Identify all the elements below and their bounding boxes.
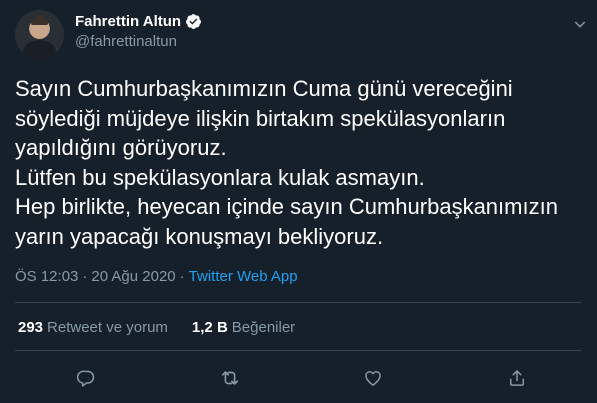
retweets-count: 293 xyxy=(18,319,44,336)
author-name-row: Fahrettin Altun xyxy=(75,13,202,30)
tweet-metadata: ÖS 12:03 · 20 Ağu 2020 · Twitter Web App xyxy=(15,268,298,285)
tweet-text: Sayın Cumhurbaşkanımızın Cuma günü verec… xyxy=(15,74,585,251)
likes-label: Beğeniler xyxy=(231,319,296,336)
tweet-text-line: Hep birlikte, heyecan içinde sayın Cumhu… xyxy=(15,194,558,219)
share-icon[interactable] xyxy=(505,366,529,390)
likes-stat[interactable]: 1,2 B Beğeniler xyxy=(192,319,295,336)
reply-icon[interactable] xyxy=(74,366,98,390)
divider xyxy=(15,350,582,351)
tweet-text-line: Sayın Cumhurbaşkanımızın Cuma günü verec… xyxy=(15,76,513,101)
separator: · xyxy=(82,268,88,285)
author-handle[interactable]: @fahrettinaltun xyxy=(75,33,177,50)
chevron-down-icon[interactable] xyxy=(568,12,592,36)
tweet-source-link[interactable]: Twitter Web App xyxy=(189,268,298,285)
heart-icon[interactable] xyxy=(361,366,385,390)
tweet-text-line: yarın yapacağı konuşmayı bekliyoruz. xyxy=(15,223,384,249)
separator: · xyxy=(179,268,185,285)
tweet-text-line: söylediği müjdeye ilişkin birtakım spekü… xyxy=(15,105,506,131)
retweets-stat[interactable]: 293 Retweet ve yorum xyxy=(18,319,168,336)
likes-count: 1,2 B xyxy=(191,319,228,336)
tweet-actions xyxy=(0,366,597,390)
author-display-name[interactable]: Fahrettin Altun xyxy=(75,13,181,30)
tweet-text-line: yapıldığını görüyoruz. xyxy=(15,135,227,160)
divider xyxy=(15,302,582,303)
retweets-label: Retweet ve yorum xyxy=(47,319,168,336)
tweet-stats: 293 Retweet ve yorum 1,2 B Beğeniler xyxy=(18,319,295,336)
tweet-time[interactable]: ÖS 12:03 xyxy=(15,268,78,285)
tweet-text-line: Lütfen bu spekülasyonlara kulak asmayın. xyxy=(15,164,425,190)
verified-badge-icon xyxy=(185,13,202,30)
avatar[interactable] xyxy=(15,10,64,59)
tweet-date[interactable]: 20 Ağu 2020 xyxy=(91,268,175,285)
tweet-card: Fahrettin Altun @fahrettinaltun Sayın Cu… xyxy=(0,0,597,403)
retweet-icon[interactable] xyxy=(218,366,242,390)
